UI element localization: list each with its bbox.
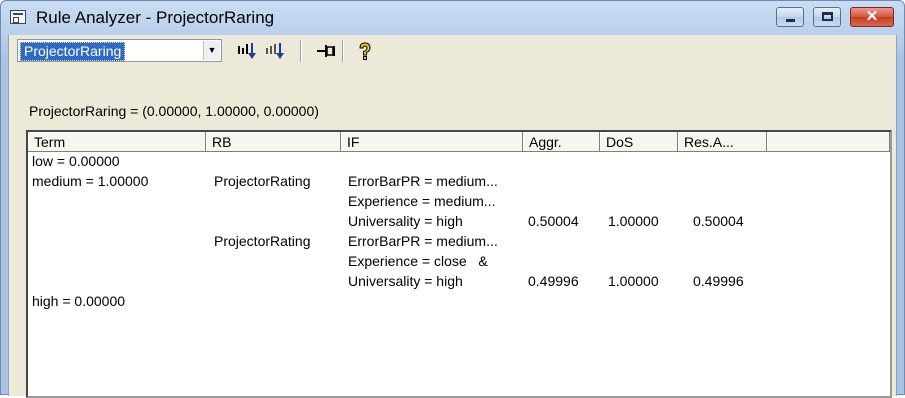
column-header-aggr[interactable]: Aggr. <box>523 132 600 152</box>
column-header-empty <box>767 132 890 152</box>
rule-2-aggr: 0.49996 <box>528 273 579 289</box>
window-client-area: ProjectorRaring ▼ ProjectorRaring = (0.0… <box>8 35 897 398</box>
rule-2-if-line: ErrorBarPR = medium... <box>348 233 498 249</box>
column-header-dos[interactable]: DoS <box>600 132 678 152</box>
term-high[interactable]: high = 0.00000 <box>32 293 125 309</box>
column-header-rb[interactable]: RB <box>206 132 341 152</box>
bars-down-alt-icon <box>266 43 284 59</box>
rule-2-dos: 1.00000 <box>608 273 659 289</box>
bars-down-alt-button[interactable] <box>262 40 288 62</box>
help-icon <box>359 42 371 60</box>
variable-select-value: ProjectorRaring <box>20 42 126 61</box>
term-medium[interactable]: medium = 1.00000 <box>32 173 148 189</box>
term-low[interactable]: low = 0.00000 <box>32 153 120 169</box>
list-header: Term RB IF Aggr. DoS Res.A... <box>28 132 890 152</box>
rule-2-if-line: Universality = high <box>348 273 463 289</box>
bars-down-icon <box>238 43 256 59</box>
rule-list-view[interactable]: Term RB IF Aggr. DoS Res.A... low = 0.00… <box>26 130 892 398</box>
pin-button[interactable] <box>313 40 339 62</box>
rule-1-rb: ProjectorRating <box>214 173 311 189</box>
bars-down-button[interactable] <box>234 40 260 62</box>
close-icon: ✕ <box>865 8 879 25</box>
rule-1-if-line: Universality = high <box>348 213 463 229</box>
minimize-icon <box>786 19 795 22</box>
column-header-if[interactable]: IF <box>341 132 523 152</box>
column-header-term[interactable]: Term <box>28 132 206 152</box>
close-button[interactable]: ✕ <box>850 7 894 27</box>
toolbar-separator <box>342 40 344 62</box>
window-title: Rule Analyzer - ProjectorRaring <box>36 8 275 27</box>
pin-icon <box>317 45 335 57</box>
window-app-icon[interactable] <box>10 10 26 24</box>
rule-analyzer-window: Rule Analyzer - ProjectorRaring ✕ Projec… <box>0 0 905 398</box>
rule-2-if-line: Experience = close & <box>348 253 488 269</box>
toolbar: ProjectorRaring ▼ <box>9 35 896 85</box>
toolbar-separator <box>300 40 302 62</box>
rule-1-if-line: ErrorBarPR = medium... <box>348 173 498 189</box>
help-button[interactable] <box>352 40 378 62</box>
title-bar[interactable]: Rule Analyzer - ProjectorRaring ✕ <box>1 1 904 35</box>
chevron-down-icon[interactable]: ▼ <box>203 41 220 60</box>
output-formula: ProjectorRaring = (0.00000, 1.00000, 0.0… <box>29 103 319 119</box>
maximize-button[interactable] <box>813 7 841 27</box>
maximize-icon <box>822 12 833 21</box>
rule-2-res: 0.49996 <box>693 273 744 289</box>
rule-1-if-line: Experience = medium... <box>348 193 496 209</box>
variable-select[interactable]: ProjectorRaring ▼ <box>17 39 222 62</box>
rule-1-aggr: 0.50004 <box>528 213 579 229</box>
rule-2-rb: ProjectorRating <box>214 233 311 249</box>
rule-1-dos: 1.00000 <box>608 213 659 229</box>
column-header-res[interactable]: Res.A... <box>678 132 767 152</box>
minimize-button[interactable] <box>776 7 804 27</box>
rule-1-res: 0.50004 <box>693 213 744 229</box>
